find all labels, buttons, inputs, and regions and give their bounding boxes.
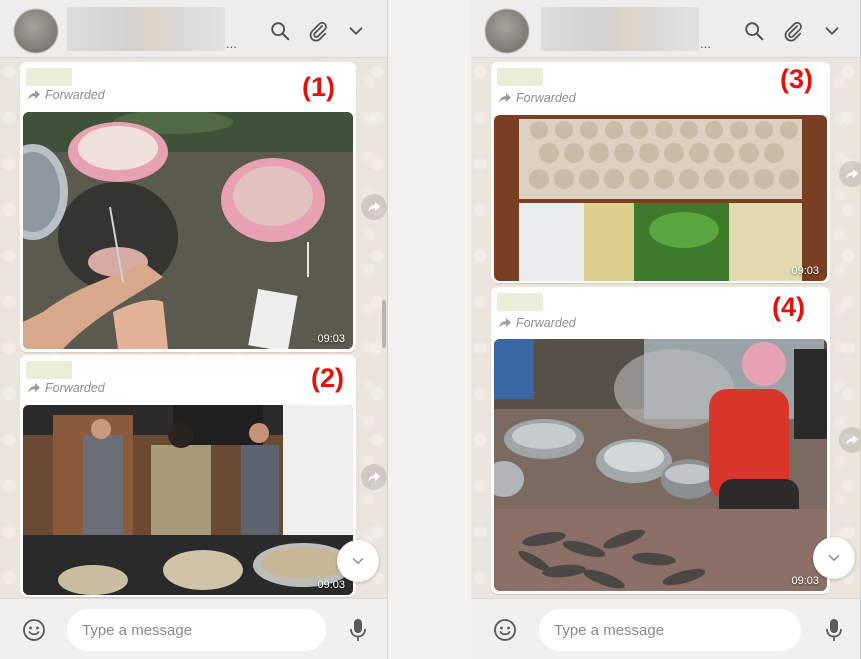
number-label: (3)	[780, 64, 813, 94]
sender-name-blurred	[26, 68, 72, 86]
forwarded-indicator: Forwarded	[498, 316, 576, 330]
chat-header: ...	[0, 0, 387, 58]
forward-icon	[499, 93, 511, 103]
attach-icon[interactable]	[307, 20, 329, 42]
message-input[interactable]	[67, 609, 326, 651]
photo-meatballs-noodles	[494, 115, 827, 281]
forward-button[interactable]	[839, 161, 860, 187]
composer-bar	[0, 598, 387, 659]
forward-icon	[846, 435, 858, 445]
number-label: (4)	[772, 292, 805, 322]
number-label: (1)	[302, 72, 335, 102]
chat-header: ...	[471, 0, 860, 58]
sender-name-blurred	[26, 361, 72, 379]
message-bubble[interactable]: Forwarded (3) 09:03	[491, 62, 830, 283]
forward-icon	[28, 383, 40, 393]
forward-icon	[368, 472, 380, 482]
message-bubble[interactable]: Forwarded (2) 09:03	[20, 355, 356, 597]
contact-ellipsis: ...	[226, 36, 237, 51]
avatar[interactable]	[485, 9, 529, 53]
message-bubble[interactable]: Forwarded (1) 09:03	[20, 62, 356, 352]
forwarded-label: Forwarded	[516, 91, 576, 105]
forwarded-label: Forwarded	[45, 88, 105, 102]
image-meat-preparation[interactable]: 09:03	[23, 112, 353, 349]
forwarded-indicator: Forwarded	[27, 381, 105, 395]
chevron-down-icon[interactable]	[345, 20, 367, 42]
scroll-down-button[interactable]	[813, 537, 855, 579]
mic-icon[interactable]	[348, 617, 368, 643]
chat-panel-right: ... Forwarded (3) 09:03 Forwarded (4) 09…	[471, 0, 861, 659]
message-time: 09:03	[791, 575, 819, 587]
panel-gap	[388, 0, 471, 659]
forwarded-indicator: Forwarded	[498, 91, 576, 105]
sender-name-blurred	[497, 293, 543, 311]
forward-button[interactable]	[839, 427, 860, 453]
message-input[interactable]	[539, 609, 801, 651]
forward-button[interactable]	[361, 194, 387, 220]
image-rats-preparation[interactable]: 09:03	[494, 339, 827, 591]
photo-meat-preparation	[23, 112, 353, 349]
sender-name-blurred	[497, 68, 543, 86]
search-icon[interactable]	[269, 20, 291, 42]
mic-icon[interactable]	[824, 617, 844, 643]
emoji-icon[interactable]	[22, 618, 46, 642]
forward-icon	[846, 169, 858, 179]
message-time: 09:03	[791, 265, 819, 277]
forward-icon	[368, 202, 380, 212]
photo-rats-preparation	[494, 339, 827, 591]
contact-name-blurred[interactable]	[67, 7, 225, 51]
composer-bar	[471, 598, 860, 659]
number-label: (2)	[311, 363, 344, 393]
attach-icon[interactable]	[782, 20, 804, 42]
chevron-down-icon[interactable]	[821, 20, 843, 42]
emoji-icon[interactable]	[493, 618, 517, 642]
forward-icon	[28, 90, 40, 100]
forwarded-indicator: Forwarded	[27, 88, 105, 102]
chevron-down-icon	[828, 555, 840, 561]
forward-icon	[499, 318, 511, 328]
forwarded-label: Forwarded	[45, 381, 105, 395]
message-time: 09:03	[317, 579, 345, 591]
search-icon[interactable]	[743, 20, 765, 42]
message-time: 09:03	[317, 333, 345, 345]
avatar[interactable]	[14, 9, 58, 53]
chevron-down-icon	[352, 558, 364, 564]
image-police-officers[interactable]: 09:03	[23, 405, 353, 595]
message-bubble[interactable]: Forwarded (4) 09:03	[491, 287, 830, 594]
forward-button[interactable]	[361, 464, 387, 490]
contact-name-blurred[interactable]	[541, 7, 699, 51]
contact-ellipsis: ...	[700, 36, 711, 51]
image-meatballs-noodles[interactable]: 09:03	[494, 115, 827, 281]
forwarded-label: Forwarded	[516, 316, 576, 330]
photo-police-officers	[23, 405, 353, 595]
scrollbar-thumb[interactable]	[382, 300, 386, 348]
scroll-down-button[interactable]	[337, 540, 379, 582]
chat-panel-left: ... Forwarded (1) 09:03 Forwarded (2) 09…	[0, 0, 388, 659]
